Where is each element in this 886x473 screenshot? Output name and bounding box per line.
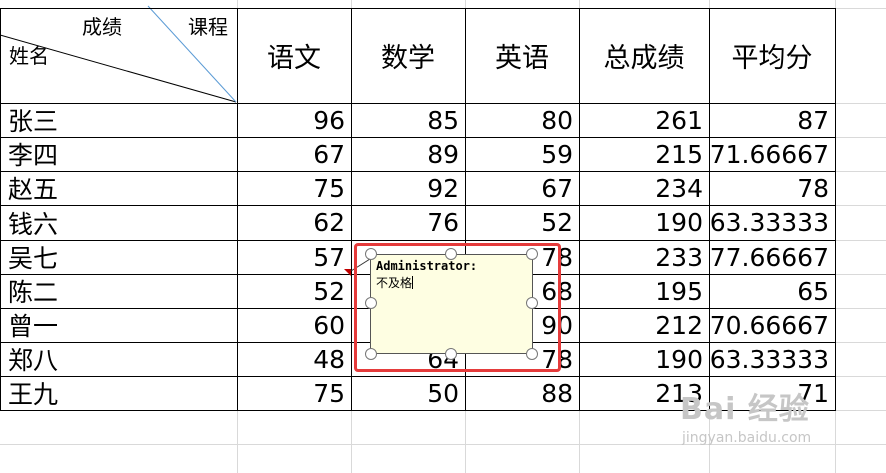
score-cell[interactable]: 80 xyxy=(465,103,579,137)
column-header-average[interactable]: 平均分 xyxy=(709,8,835,103)
student-name-cell[interactable]: 王九 xyxy=(0,376,237,410)
student-name-cell[interactable]: 曾一 xyxy=(0,308,237,342)
score-cell[interactable]: 233 xyxy=(579,240,709,274)
column-header-english[interactable]: 英语 xyxy=(465,8,579,103)
score-cell[interactable]: 85 xyxy=(351,103,465,137)
student-name-cell[interactable]: 吴七 xyxy=(0,240,237,274)
score-cell[interactable]: 60 xyxy=(237,308,351,342)
score-cell[interactable]: 261 xyxy=(579,103,709,137)
baidu-jingyan-watermark: Bai 经验 jingyan.baidu.com xyxy=(680,384,850,456)
column-header-total[interactable]: 总成绩 xyxy=(579,8,709,103)
score-cell[interactable]: 52 xyxy=(237,274,351,308)
score-cell[interactable]: 50 xyxy=(351,376,465,410)
column-header-math[interactable]: 数学 xyxy=(351,8,465,103)
score-cell[interactable]: 59 xyxy=(465,137,579,171)
score-cell[interactable]: 212 xyxy=(579,308,709,342)
student-name-cell[interactable]: 陈二 xyxy=(0,274,237,308)
diagonal-label-scores: 成绩 xyxy=(82,15,122,39)
diagonal-label-courses: 课程 xyxy=(188,15,228,39)
table-border-vertical xyxy=(351,8,352,411)
table-border-horizontal xyxy=(0,137,836,138)
column-header-chinese[interactable]: 语文 xyxy=(237,8,351,103)
score-cell[interactable]: 78 xyxy=(709,171,835,205)
table-border-vertical xyxy=(835,8,836,411)
table-border-vertical xyxy=(0,8,1,411)
score-cell[interactable]: 63.33333 xyxy=(709,205,835,240)
score-cell[interactable]: 89 xyxy=(351,137,465,171)
student-name-cell[interactable]: 李四 xyxy=(0,137,237,171)
table-border-vertical xyxy=(709,8,710,411)
score-cell[interactable]: 92 xyxy=(351,171,465,205)
score-cell[interactable]: 52 xyxy=(465,205,579,240)
student-name-cell[interactable]: 钱六 xyxy=(0,205,237,240)
score-cell[interactable]: 70.66667 xyxy=(709,308,835,342)
score-cell[interactable]: 76 xyxy=(351,205,465,240)
diagonal-label-name: 姓名 xyxy=(9,44,49,68)
score-cell[interactable]: 63.33333 xyxy=(709,342,835,376)
table-border-horizontal xyxy=(0,205,836,206)
spreadsheet: 成绩 课程 姓名 语文 数学 英语 总成绩 平均分 张三 96 85 80 261 87 李… xyxy=(0,0,886,473)
watermark-logo: Bai 经验 xyxy=(680,392,810,427)
table-border-vertical xyxy=(237,8,238,411)
table-border-horizontal xyxy=(0,103,836,104)
score-cell[interactable]: 71.66667 xyxy=(709,137,835,171)
score-cell[interactable]: 190 xyxy=(579,205,709,240)
score-cell[interactable]: 234 xyxy=(579,171,709,205)
table-border-vertical xyxy=(579,8,580,411)
student-name-cell[interactable]: 郑八 xyxy=(0,342,237,376)
student-name-cell[interactable]: 赵五 xyxy=(0,171,237,205)
score-cell[interactable]: 67 xyxy=(465,171,579,205)
table-border-horizontal xyxy=(0,171,836,172)
watermark-url: jingyan.baidu.com xyxy=(682,430,812,446)
score-cell[interactable]: 65 xyxy=(709,274,835,308)
score-cell[interactable]: 57 xyxy=(237,240,351,274)
score-cell[interactable]: 48 xyxy=(237,342,351,376)
table-border-horizontal xyxy=(0,240,836,241)
score-cell[interactable]: 62 xyxy=(237,205,351,240)
score-cell[interactable]: 96 xyxy=(237,103,351,137)
highlight-annotation-box xyxy=(354,243,561,372)
table-border-horizontal xyxy=(0,376,836,377)
score-cell[interactable]: 75 xyxy=(237,171,351,205)
table-border-horizontal xyxy=(0,8,836,9)
score-cell[interactable]: 77.66667 xyxy=(709,240,835,274)
score-cell[interactable]: 195 xyxy=(579,274,709,308)
score-cell[interactable]: 215 xyxy=(579,137,709,171)
student-name-cell[interactable]: 张三 xyxy=(0,103,237,137)
score-cell[interactable]: 75 xyxy=(237,376,351,410)
score-cell[interactable]: 88 xyxy=(465,376,579,410)
score-cell[interactable]: 87 xyxy=(709,103,835,137)
score-cell[interactable]: 67 xyxy=(237,137,351,171)
score-cell[interactable]: 190 xyxy=(579,342,709,376)
